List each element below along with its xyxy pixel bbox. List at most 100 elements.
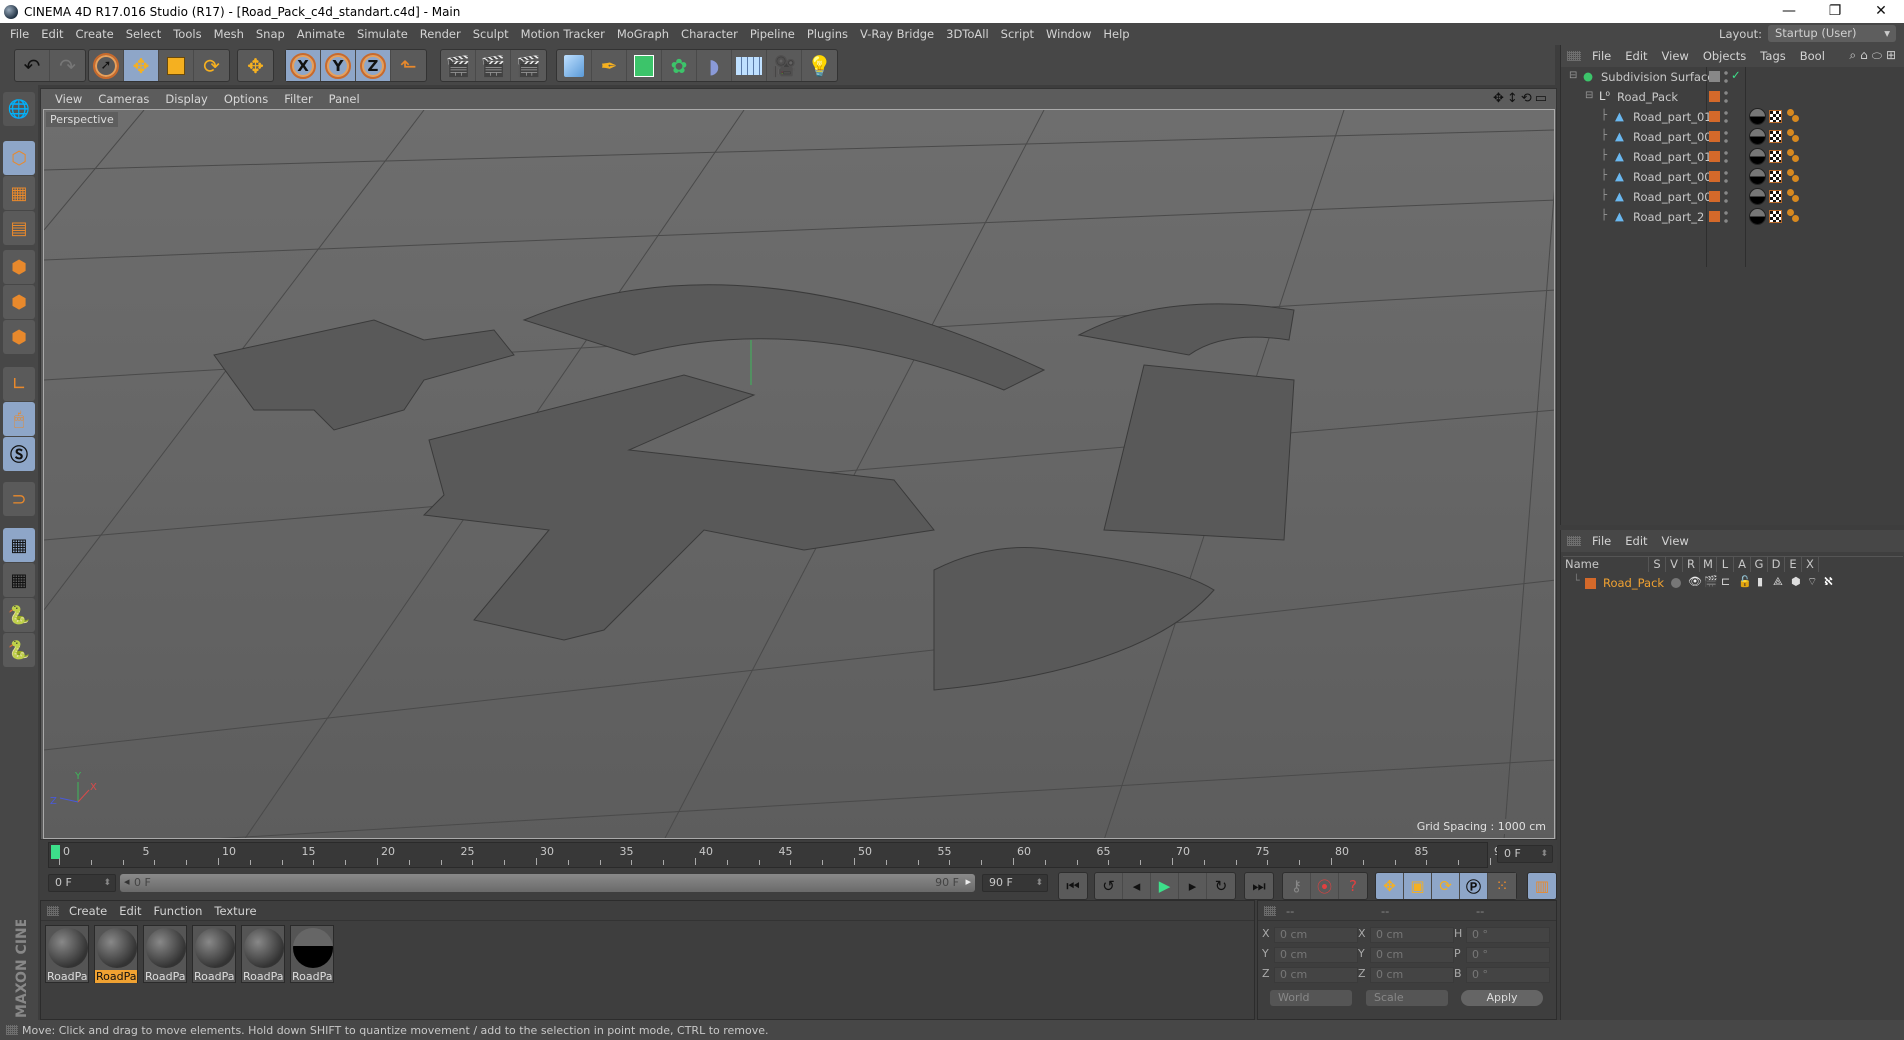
layer-color-swatch[interactable] [1709,191,1720,202]
record-button[interactable]: ⦿ [1311,873,1339,899]
scale-button[interactable] [159,50,194,81]
solo-icon[interactable] [1671,578,1681,588]
render-picture-viewer-button[interactable]: 🎬 [476,50,511,81]
layer-color-swatch[interactable] [1709,171,1720,182]
object-row[interactable]: ├ ▲ Road_part_012 [1561,107,1904,127]
axis-mode-button[interactable]: ∟ [3,367,35,401]
coordinate-mode-dropdown[interactable]: Scale [1366,990,1448,1006]
globe-tool[interactable]: 🌐 [3,92,35,126]
play-button[interactable]: ▶ [1151,873,1179,899]
layer-color-swatch[interactable] [1709,211,1720,222]
menu-render[interactable]: Render [414,27,467,41]
y-axis-button[interactable]: Y [321,50,356,81]
move-button[interactable]: ✥ [124,50,159,81]
object-row[interactable]: ⊟ L⁰ Road_Pack [1561,87,1904,107]
phong-tag-icon[interactable] [1787,129,1801,143]
key-button[interactable]: ⚷ [1283,873,1311,899]
uvw-tag-icon[interactable] [1769,210,1782,223]
column-header-g[interactable]: G [1751,557,1768,572]
layout-dropdown[interactable]: Startup (User) [1768,25,1896,42]
column-header-e[interactable]: E [1785,557,1802,572]
menu-help[interactable]: Help [1097,27,1135,41]
c-value-field[interactable]: 0 ° [1466,967,1550,983]
a-value-field[interactable]: 0 cm [1274,947,1358,963]
menu-tools[interactable]: Tools [167,27,207,41]
visibility-dots-icon[interactable] [1724,189,1728,205]
tree-toggle-icon[interactable]: ├ [1601,190,1607,201]
panel-grip-icon[interactable] [1567,51,1581,61]
menu-create[interactable]: Create [70,27,120,41]
next-frame-button[interactable]: ▸ [1179,873,1207,899]
uvw-tag-icon[interactable] [1769,170,1782,183]
column-header-s[interactable]: S [1649,557,1666,572]
menu-edit[interactable]: Edit [35,27,69,41]
texture-mode-button[interactable]: ▦ [3,176,35,210]
menu-simulate[interactable]: Simulate [351,27,414,41]
cloner-button[interactable]: ✿ [662,50,697,81]
uvw-tag-icon[interactable] [1769,150,1782,163]
material-tag-icon[interactable] [1749,108,1766,125]
viewport-menu-filter[interactable]: Filter [276,92,320,106]
menu-script[interactable]: Script [995,27,1040,41]
ellipse-icon[interactable]: ⬭ [1872,48,1886,62]
object-name[interactable]: Road_part_008 [1633,170,1719,184]
search-icon[interactable]: ⌕ [1849,48,1860,62]
workplane-mode-button[interactable]: ▤ [3,211,35,245]
xref-icon[interactable]: ℵ [1824,575,1833,588]
key-pla-button[interactable]: ⁙ [1488,873,1516,899]
material-menu-texture[interactable]: Texture [208,904,262,918]
key-rotation-button[interactable]: ⟳ [1432,873,1460,899]
tree-toggle-icon[interactable]: ⊟ [1569,70,1577,81]
goto-end-button[interactable]: ⏭ [1245,873,1273,899]
viewport-menu-view[interactable]: View [47,92,90,106]
column-header-r[interactable]: R [1683,557,1700,572]
close-button[interactable]: ✕ [1858,0,1904,23]
layer-color-swatch[interactable] [1709,111,1720,122]
visibility-dots-icon[interactable] [1724,209,1728,225]
uvw-tag-icon[interactable] [1769,130,1782,143]
tree-toggle-icon[interactable]: ├ [1601,110,1607,121]
home-icon[interactable]: ⌂ [1860,48,1872,62]
workplane-lock-button[interactable]: ▦ [3,528,35,562]
object-row[interactable]: ⊟ ● Subdivision Surface ✓ [1561,67,1904,87]
object-name[interactable]: Road_Pack [1617,90,1678,104]
undo-button[interactable]: ↶ [15,50,50,81]
b-value-field[interactable]: 0 cm [1370,947,1454,963]
cube-button[interactable] [557,50,592,81]
material-swatch[interactable]: RoadPar [45,925,89,983]
menu-mesh[interactable]: Mesh [208,27,250,41]
expression-icon[interactable]: ⌔ [1807,575,1817,589]
object-menu-view[interactable]: View [1655,49,1696,63]
move-world-button[interactable]: ✥ [238,50,273,81]
new-panel-icon[interactable]: ⊞ [1886,48,1900,62]
deformer-icon[interactable]: ⬢ [1791,575,1801,588]
object-name[interactable]: Road_part_2 [1633,210,1704,224]
menu-pipeline[interactable]: Pipeline [744,27,801,41]
next-key-button[interactable]: ↻ [1207,873,1235,899]
material-menu-function[interactable]: Function [148,904,209,918]
menu-3dtoall[interactable]: 3DToAll [940,27,995,41]
editor-toggle-icon[interactable] [1709,71,1720,82]
object-row[interactable]: ├ ▲ Road_part_2 [1561,207,1904,227]
visibility-dots-icon[interactable] [1724,169,1728,185]
subdivision-button[interactable] [627,50,662,81]
object-menu-bool[interactable]: Bool [1793,49,1832,63]
panel-grip-icon[interactable] [1567,536,1581,546]
z-axis-button[interactable]: Z [356,50,391,81]
viewport-nav-icons[interactable]: ✥↕⟲▭ [1493,91,1550,106]
menu-mograph[interactable]: MoGraph [611,27,675,41]
x-axis-button[interactable]: X [286,50,321,81]
a-value-field[interactable]: 0 cm [1274,967,1358,983]
menu-plugins[interactable]: Plugins [801,27,854,41]
prev-frame-button[interactable]: ◂ [1123,873,1151,899]
visible-eye-icon[interactable]: 👁 [1688,575,1702,588]
auto-key-button[interactable]: ? [1339,873,1367,899]
material-tag-icon[interactable] [1749,188,1766,205]
uvw-tag-icon[interactable] [1769,190,1782,203]
model-mode-button[interactable]: ⬡ [3,141,35,175]
redo-button[interactable]: ↷ [50,50,85,81]
animation-icon[interactable]: ▮ [1757,575,1763,588]
layer-menu-view[interactable]: View [1655,534,1696,548]
c-value-field[interactable]: 0 ° [1466,927,1550,943]
column-header-v[interactable]: V [1666,557,1683,572]
